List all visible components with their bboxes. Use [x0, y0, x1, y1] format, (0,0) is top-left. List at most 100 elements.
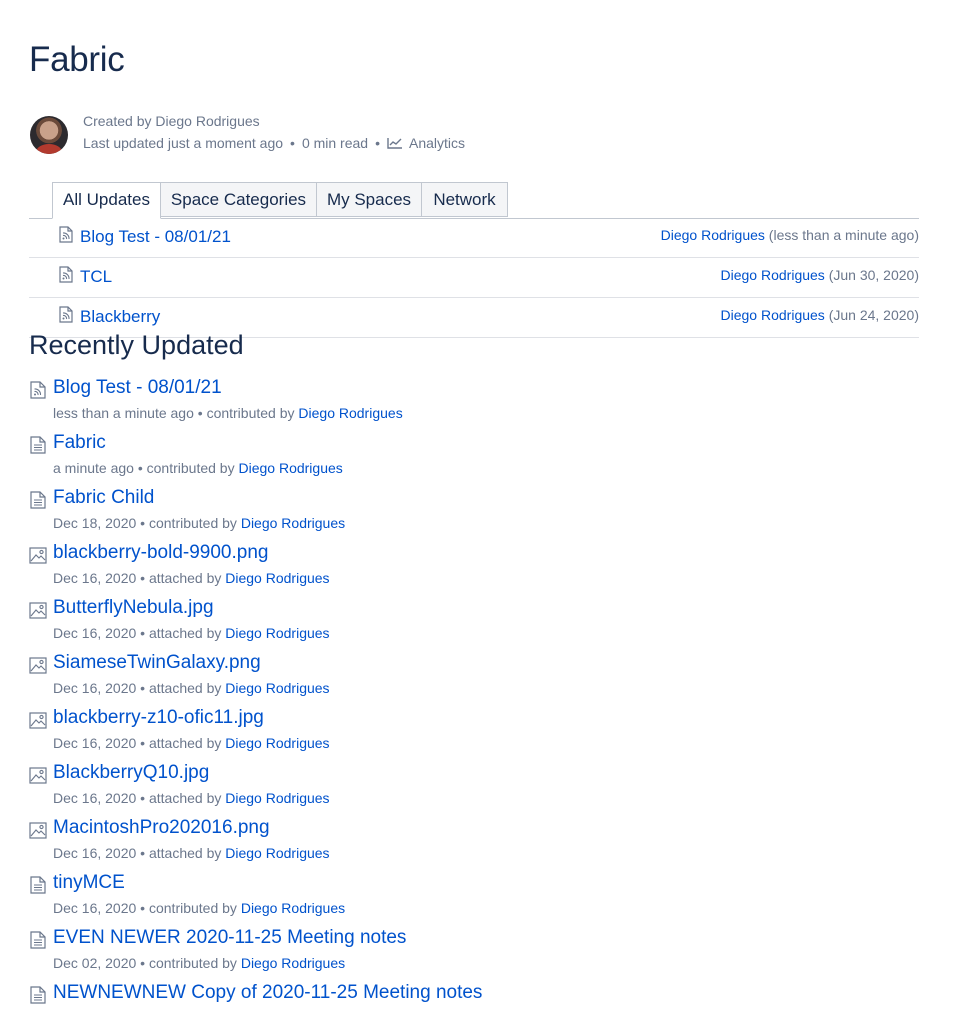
image-icon [29, 821, 47, 839]
list-item: tinyMCE Dec 16, 2020 • contributed by Die… [29, 871, 929, 926]
recent-item-meta: Dec 16, 2020 • contributed by Diego Rodr… [53, 900, 346, 916]
page-icon [29, 931, 47, 949]
recent-item-meta: Dec 16, 2020 • attached by Diego Rodrigu… [53, 845, 330, 861]
read-time-text: 0 min read [301, 135, 369, 151]
update-time: (Jun 24, 2020) [828, 307, 919, 323]
tab-all-updates[interactable]: All Updates [52, 182, 161, 219]
recent-item-title-link[interactable]: SiameseTwinGalaxy.png [53, 652, 261, 674]
list-item: EVEN NEWER 2020-11-25 Meeting notes Dec 0… [29, 926, 929, 981]
recent-item-author-link[interactable]: Diego Rodrigues [241, 955, 345, 971]
recent-item-date: Dec 16, 2020 [53, 845, 137, 861]
tab-my-spaces[interactable]: My Spaces [316, 182, 422, 217]
page-icon [29, 491, 47, 509]
image-icon [29, 601, 47, 619]
recent-item-author-link[interactable]: Diego Rodrigues [298, 405, 402, 421]
update-time: (less than a minute ago) [768, 227, 919, 243]
page-title: Fabric [29, 40, 125, 79]
recent-item-date: Dec 16, 2020 [53, 570, 137, 586]
recent-item-date: Dec 02, 2020 [53, 955, 137, 971]
recent-item-action: attached by [148, 790, 222, 806]
list-item: BlackberryQ10.jpg Dec 16, 2020 • attached… [29, 761, 929, 816]
recent-item-title-link[interactable]: BlackberryQ10.jpg [53, 762, 209, 784]
recent-item-author-link[interactable]: Diego Rodrigues [225, 790, 329, 806]
separator: • [375, 135, 380, 151]
page-icon [29, 986, 47, 1004]
recent-item-author-link[interactable]: Diego Rodrigues [225, 735, 329, 751]
list-item: blackberry-z10-ofic11.jpg Dec 16, 2020 • … [29, 706, 929, 761]
last-updated-text[interactable]: Last updated just a moment ago [83, 135, 283, 151]
recent-item-action: attached by [148, 735, 222, 751]
analytics-icon [387, 138, 402, 149]
list-item: Blog Test - 08/01/21 less than a minute a… [29, 376, 929, 431]
image-icon [29, 546, 47, 564]
recent-item-meta: Dec 16, 2020 • attached by Diego Rodrigu… [53, 735, 330, 751]
recent-item-meta: Dec 02, 2020 • contributed by Diego Rodr… [53, 955, 346, 971]
recent-item-title-link[interactable]: NEWNEWNEW Copy of 2020-11-25 Meeting not… [53, 982, 482, 1004]
recently-updated-list: Blog Test - 08/01/21 less than a minute a… [29, 376, 929, 1036]
recent-item-action: attached by [148, 680, 222, 696]
recent-item-action: contributed by [148, 955, 237, 971]
recent-item-date: Dec 16, 2020 [53, 735, 137, 751]
blog-post-icon [59, 266, 73, 283]
recent-item-author-link[interactable]: Diego Rodrigues [225, 680, 329, 696]
created-by-text: Created by Diego Rodrigues [83, 113, 260, 129]
recent-item-title-link[interactable]: MacintoshPro202016.png [53, 817, 270, 839]
recent-item-meta: a minute ago • contributed by Diego Rodr… [53, 460, 343, 476]
recent-item-title-link[interactable]: Blog Test - 08/01/21 [53, 377, 222, 399]
recent-item-meta: Dec 16, 2020 • attached by Diego Rodrigu… [53, 680, 330, 696]
list-item: ButterflyNebula.jpg Dec 16, 2020 • attach… [29, 596, 929, 651]
update-author-link[interactable]: Diego Rodrigues [661, 227, 765, 243]
update-author-link[interactable]: Diego Rodrigues [721, 267, 825, 283]
recent-item-action: attached by [148, 625, 222, 641]
recent-item-meta: less than a minute ago • contributed by … [53, 405, 403, 421]
recent-item-author-link[interactable]: Diego Rodrigues [238, 460, 342, 476]
recent-item-title-link[interactable]: blackberry-z10-ofic11.jpg [53, 707, 264, 729]
update-author-link[interactable]: Diego Rodrigues [721, 307, 825, 323]
recent-item-title-link[interactable]: ButterflyNebula.jpg [53, 597, 214, 619]
recent-item-action: contributed by [206, 405, 295, 421]
update-title-link[interactable]: TCL [80, 267, 112, 287]
recent-item-author-link[interactable]: Diego Rodrigues [225, 845, 329, 861]
recent-item-meta: Dec 16, 2020 • attached by Diego Rodrigu… [53, 625, 330, 641]
update-title-link[interactable]: Blog Test - 08/01/21 [80, 227, 231, 247]
recent-item-title-link[interactable]: Fabric Child [53, 487, 154, 509]
list-item: Fabric Child Dec 18, 2020 • contributed b… [29, 486, 929, 541]
recent-item-action: attached by [148, 845, 222, 861]
recent-item-action: contributed by [148, 515, 237, 531]
recent-item-title-link[interactable]: Fabric [53, 432, 106, 454]
avatar[interactable] [30, 116, 68, 154]
update-time: (Jun 30, 2020) [828, 267, 919, 283]
update-row: Blog Test - 08/01/21 Diego Rodrigues (le… [29, 218, 919, 258]
blog-post-icon [59, 226, 73, 243]
update-title-link[interactable]: Blackberry [80, 307, 160, 327]
image-icon [29, 711, 47, 729]
updates-tabs: All Updates Space Categories My Spaces N… [29, 182, 919, 219]
recent-item-title-link[interactable]: EVEN NEWER 2020-11-25 Meeting notes [53, 927, 406, 949]
recent-item-author-link[interactable]: Diego Rodrigues [241, 900, 345, 916]
separator: • [290, 135, 295, 151]
tab-network[interactable]: Network [421, 182, 508, 217]
updates-list: Blog Test - 08/01/21 Diego Rodrigues (le… [29, 218, 919, 338]
recent-item-meta: Dec 16, 2020 • attached by Diego Rodrigu… [53, 570, 330, 586]
recent-item-action: contributed by [148, 900, 237, 916]
list-item: NEWNEWNEW Copy of 2020-11-25 Meeting not… [29, 981, 929, 1036]
recent-item-action: contributed by [146, 460, 235, 476]
recent-item-date: Dec 16, 2020 [53, 625, 137, 641]
image-icon [29, 656, 47, 674]
list-item: MacintoshPro202016.png Dec 16, 2020 • att… [29, 816, 929, 871]
recent-item-author-link[interactable]: Diego Rodrigues [241, 515, 345, 531]
recent-item-author-link[interactable]: Diego Rodrigues [225, 570, 329, 586]
recent-item-meta: Dec 18, 2020 • contributed by Diego Rodr… [53, 515, 346, 531]
recent-item-date: Dec 16, 2020 [53, 790, 137, 806]
recent-item-title-link[interactable]: blackberry-bold-9900.png [53, 542, 268, 564]
analytics-link[interactable]: Analytics [387, 135, 465, 151]
recent-item-action: attached by [148, 570, 222, 586]
update-row: TCL Diego Rodrigues (Jun 30, 2020) [29, 258, 919, 298]
recent-item-date: less than a minute ago [53, 405, 194, 421]
recent-item-title-link[interactable]: tinyMCE [53, 872, 125, 894]
recent-item-author-link[interactable]: Diego Rodrigues [225, 625, 329, 641]
tab-space-categories[interactable]: Space Categories [160, 182, 317, 217]
list-item: Fabric a minute ago • contributed by Dieg… [29, 431, 929, 486]
page-icon [29, 876, 47, 894]
blog-post-icon [29, 381, 47, 399]
